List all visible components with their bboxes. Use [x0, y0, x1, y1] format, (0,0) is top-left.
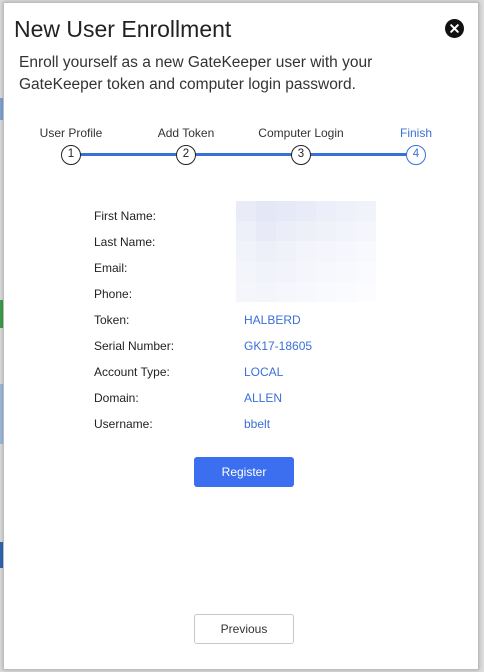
last-name-label: Last Name:: [94, 235, 156, 249]
serial-number-label: Serial Number:: [94, 339, 175, 353]
phone-label: Phone:: [94, 287, 133, 301]
serial-number-value: GK17-18605: [244, 339, 313, 353]
close-icon: [450, 24, 459, 33]
account-type-label: Account Type:: [94, 365, 170, 379]
step-circle-1: 1: [61, 145, 81, 165]
dialog-description: Enroll yourself as a new GateKeeper user…: [19, 54, 373, 93]
previous-button[interactable]: Previous: [194, 614, 294, 644]
username-label: Username:: [94, 417, 153, 431]
dialog-title: New User Enrollment: [14, 16, 232, 42]
stepper-progress-line: [72, 153, 418, 156]
domain-value: ALLEN: [244, 391, 283, 405]
step-label-computer-login: Computer Login: [258, 126, 344, 140]
step-circle-3: 3: [291, 145, 311, 165]
close-button[interactable]: [445, 19, 464, 38]
token-label: Token:: [94, 313, 130, 327]
redacted-personal-info: [236, 201, 376, 302]
token-value: HALBERD: [244, 313, 301, 327]
first-name-label: First Name:: [94, 209, 157, 223]
register-button[interactable]: Register: [194, 457, 294, 487]
step-label-finish: Finish: [399, 126, 433, 140]
domain-label: Domain:: [94, 391, 139, 405]
account-type-value: LOCAL: [244, 365, 284, 379]
step-label-user-profile: User Profile: [39, 126, 103, 140]
username-value: bbelt: [244, 417, 271, 431]
enrollment-dialog: New User Enrollment Enroll yourself as a…: [3, 2, 479, 670]
step-circle-2: 2: [176, 145, 196, 165]
email-label: Email:: [94, 261, 128, 275]
step-circle-4: 4: [406, 145, 426, 165]
step-label-add-token: Add Token: [157, 126, 215, 140]
